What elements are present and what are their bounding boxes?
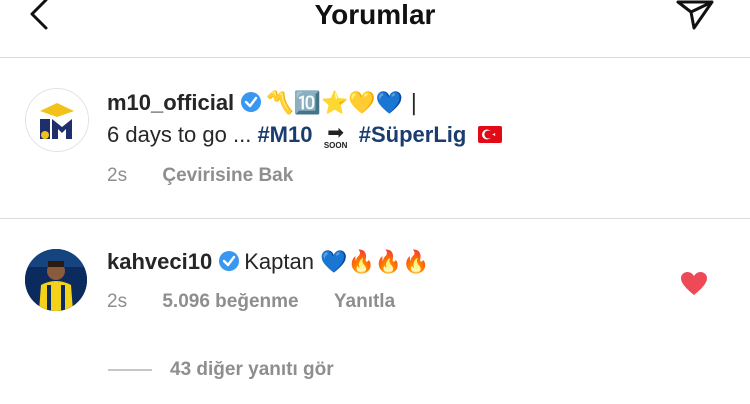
comment-item: kahveci10 Kaptan 💙🔥🔥🔥 2s 5.096 beğenme Ya…: [0, 219, 750, 404]
caption-emojis: 〽️🔟⭐💛💙 |: [266, 91, 418, 116]
view-replies-label: 43 diğer yanıtı gör: [170, 359, 334, 380]
heart-icon[interactable]: [680, 271, 708, 297]
hashtag-m10[interactable]: #M10: [257, 122, 312, 147]
caption-line-2: 6 days to go ... #M10 ➡ SOON #SüperLig: [107, 120, 503, 150]
verified-badge-icon: [219, 251, 240, 271]
comment-meta: 2s 5.096 beğenme Yanıtla: [107, 291, 395, 313]
avatar[interactable]: [25, 88, 89, 152]
caption-time: 2s: [107, 165, 128, 186]
soon-label: SOON: [323, 141, 348, 150]
comment-line: kahveci10 Kaptan 💙🔥🔥🔥: [107, 247, 430, 278]
post-caption: m10_official 〽️🔟⭐💛💙 | 6 days to go ... #M…: [0, 58, 750, 219]
verified-badge-icon: [241, 92, 262, 112]
caption-meta: 2s Çevirisine Bak: [107, 165, 293, 187]
avatar[interactable]: [25, 249, 87, 311]
comment-emojis: 💙🔥🔥🔥: [320, 250, 430, 275]
turkey-flag-icon: [478, 126, 503, 143]
username[interactable]: m10_official: [107, 90, 234, 115]
comment-text: Kaptan: [244, 249, 314, 274]
soon-arrow-icon: ➡ SOON: [319, 123, 353, 150]
username[interactable]: kahveci10: [107, 249, 212, 274]
view-replies-button[interactable]: 43 diğer yanıtı gör: [108, 359, 334, 381]
paper-plane-icon[interactable]: [676, 0, 716, 32]
reply-button[interactable]: Yanıtla: [334, 291, 395, 312]
likes-count[interactable]: 5.096 beğenme: [162, 291, 298, 312]
translate-button[interactable]: Çevirisine Bak: [162, 165, 293, 186]
hashtag-superlig[interactable]: #SüperLig: [359, 122, 467, 147]
caption-line-1: m10_official 〽️🔟⭐💛💙 |: [107, 88, 418, 119]
caption-text: 6 days to go ...: [107, 122, 258, 147]
m10-logo-icon: [26, 89, 88, 151]
page-title: Yorumlar: [314, 0, 436, 30]
divider: [108, 369, 152, 371]
header: Yorumlar: [0, 0, 750, 58]
comment-time: 2s: [107, 291, 128, 312]
profile-photo-icon: [25, 249, 87, 311]
